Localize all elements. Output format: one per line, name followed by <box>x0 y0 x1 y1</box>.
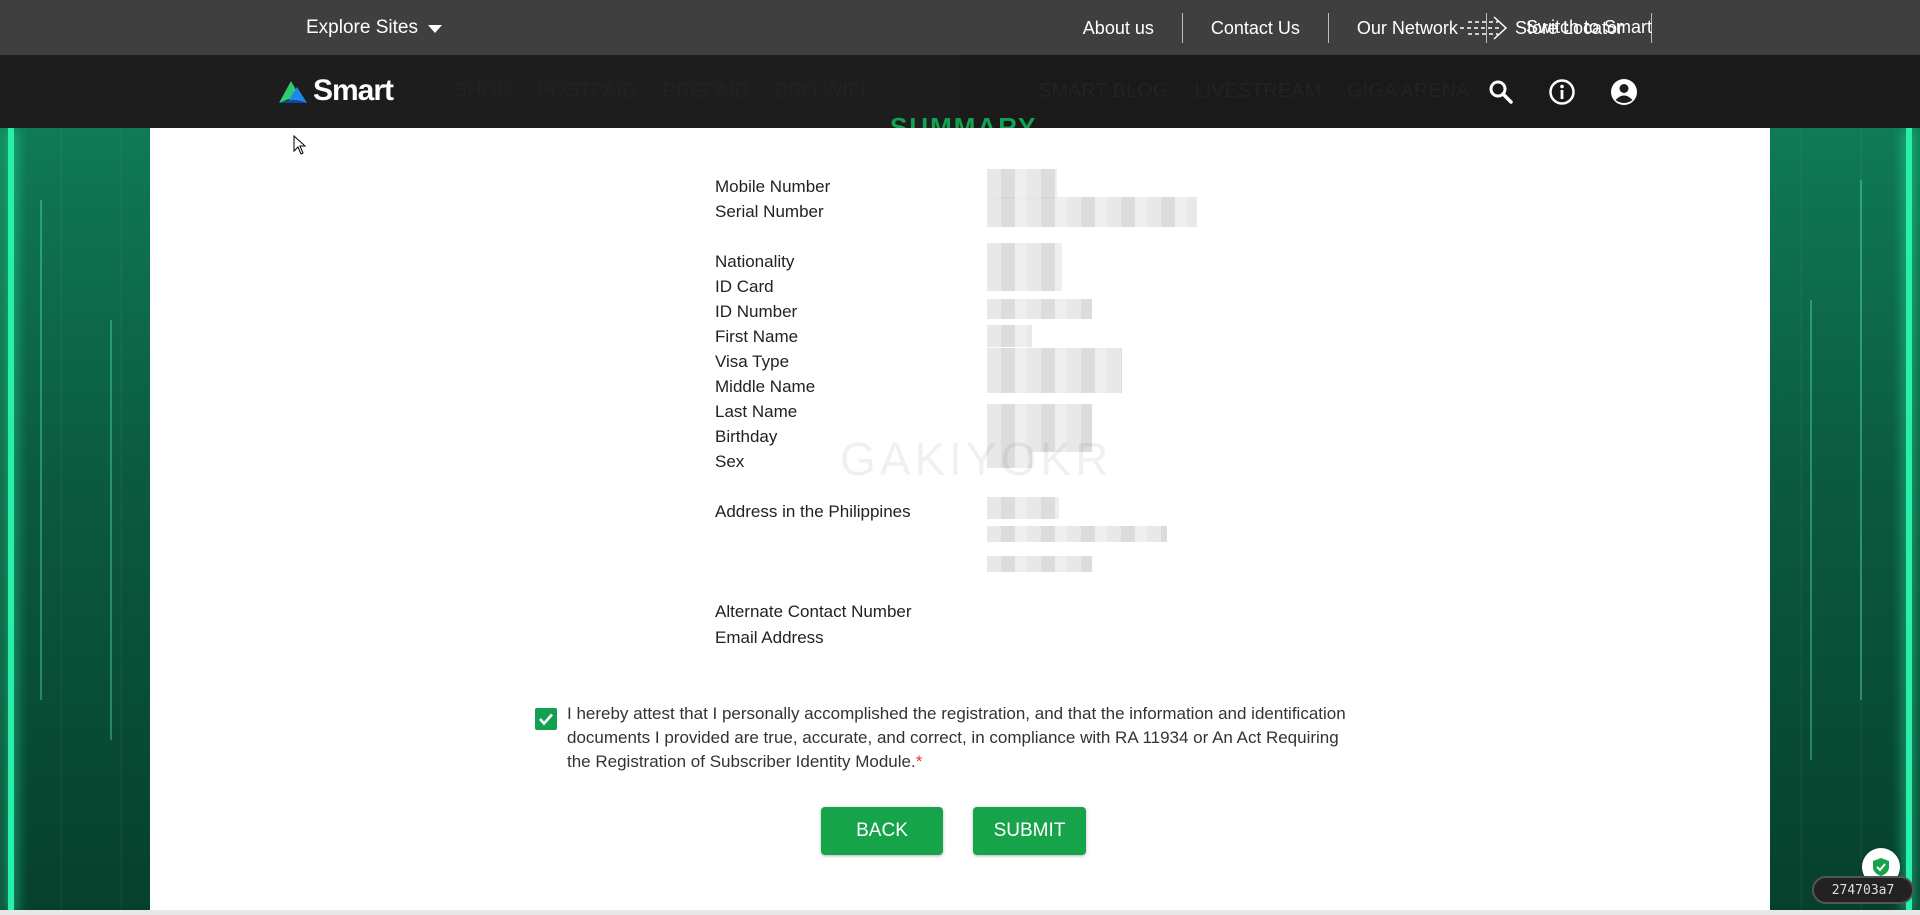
required-asterisk: * <box>915 752 923 771</box>
nav-postpaid[interactable]: POSTPAID <box>537 80 637 103</box>
label-id-number: ID Number <box>715 302 798 321</box>
about-us-link[interactable]: About us <box>1055 12 1183 43</box>
redacted-value <box>987 243 1062 291</box>
explore-sites-label: Explore Sites <box>306 16 418 38</box>
label-visa-type: Visa Type <box>715 352 790 371</box>
label-first-name: First Name <box>715 327 799 346</box>
label-middle-name: Middle Name <box>715 377 816 396</box>
switch-to-smart-link[interactable]: Switch to Smart <box>1458 0 1652 55</box>
nav-prepaid[interactable]: PREPAID <box>662 80 748 103</box>
check-icon <box>539 713 553 726</box>
nav-livestream[interactable]: LIVESTREAM <box>1194 80 1321 103</box>
label-nationality: Nationality <box>715 252 795 271</box>
label-birthday: Birthday <box>715 427 778 446</box>
summary-card <box>150 128 1770 910</box>
circuit-line <box>40 200 42 700</box>
summary-heading: SUMMARY <box>890 112 1038 128</box>
smart-logo-text: Smart <box>313 74 394 107</box>
top-utility-bar: Explore Sites About us Contact Us Our Ne… <box>0 0 1920 55</box>
label-alternate-contact: Alternate Contact Number <box>715 602 912 621</box>
nav-bro-wifi[interactable]: BRO WIFI <box>775 80 866 103</box>
redacted-value <box>987 556 1092 572</box>
redacted-value <box>987 197 1197 227</box>
label-mobile-number: Mobile Number <box>715 177 831 196</box>
nav-giga-arena[interactable]: GIGA ARENA <box>1347 80 1469 103</box>
label-serial-number: Serial Number <box>715 202 824 221</box>
label-email-address: Email Address <box>715 628 824 647</box>
nav-right: SMART BLOG LIVESTREAM GIGA ARENA <box>1038 55 1469 128</box>
submit-button[interactable]: SUBMIT <box>973 807 1086 855</box>
explore-sites-dropdown[interactable]: Explore Sites <box>306 0 442 55</box>
redacted-value <box>987 325 1032 347</box>
switch-arrow-icon <box>1460 15 1508 40</box>
search-icon[interactable] <box>1488 79 1514 105</box>
glow-border-left <box>8 128 14 915</box>
redacted-value <box>987 348 1122 393</box>
label-sex: Sex <box>715 452 745 471</box>
circuit-line <box>1860 180 1862 700</box>
redacted-value <box>987 299 1092 319</box>
redacted-value <box>987 169 1057 199</box>
caret-down-icon <box>427 24 442 33</box>
attestation-text: I hereby attest that I personally accomp… <box>567 702 1367 774</box>
label-last-name: Last Name <box>715 402 798 421</box>
redacted-value <box>987 497 1059 519</box>
switch-to-smart-label: Switch to Smart <box>1526 17 1653 37</box>
info-icon[interactable] <box>1548 78 1576 106</box>
label-id-card: ID Card <box>715 277 774 296</box>
nav-smart-blog[interactable]: SMART BLOG <box>1038 80 1168 103</box>
nav-left: SHOP POSTPAID PREPAID BRO WIFI <box>454 55 866 128</box>
session-id-badge: 274703a7 <box>1812 876 1914 904</box>
smart-logo[interactable]: Smart <box>277 74 394 108</box>
nav-shop[interactable]: SHOP <box>454 80 511 103</box>
glow-border-right <box>1906 128 1912 915</box>
nav-icons <box>1488 55 1638 128</box>
mouse-cursor-icon <box>293 135 307 155</box>
page-bottom-strip <box>0 910 1920 915</box>
shield-check-icon <box>1873 858 1889 876</box>
back-button[interactable]: BACK <box>821 807 943 855</box>
redacted-value <box>987 526 1167 542</box>
account-icon[interactable] <box>1610 78 1638 106</box>
attestation-body: I hereby attest that I personally accomp… <box>567 704 1346 771</box>
label-address: Address in the Philippines <box>715 502 911 521</box>
circuit-line <box>1810 300 1812 760</box>
watermark-text: GAKIYOKR <box>840 433 1113 485</box>
circuit-line <box>110 320 112 740</box>
attestation-checkbox[interactable] <box>535 708 557 730</box>
smart-logo-icon <box>279 81 307 103</box>
contact-us-link[interactable]: Contact Us <box>1183 12 1329 43</box>
